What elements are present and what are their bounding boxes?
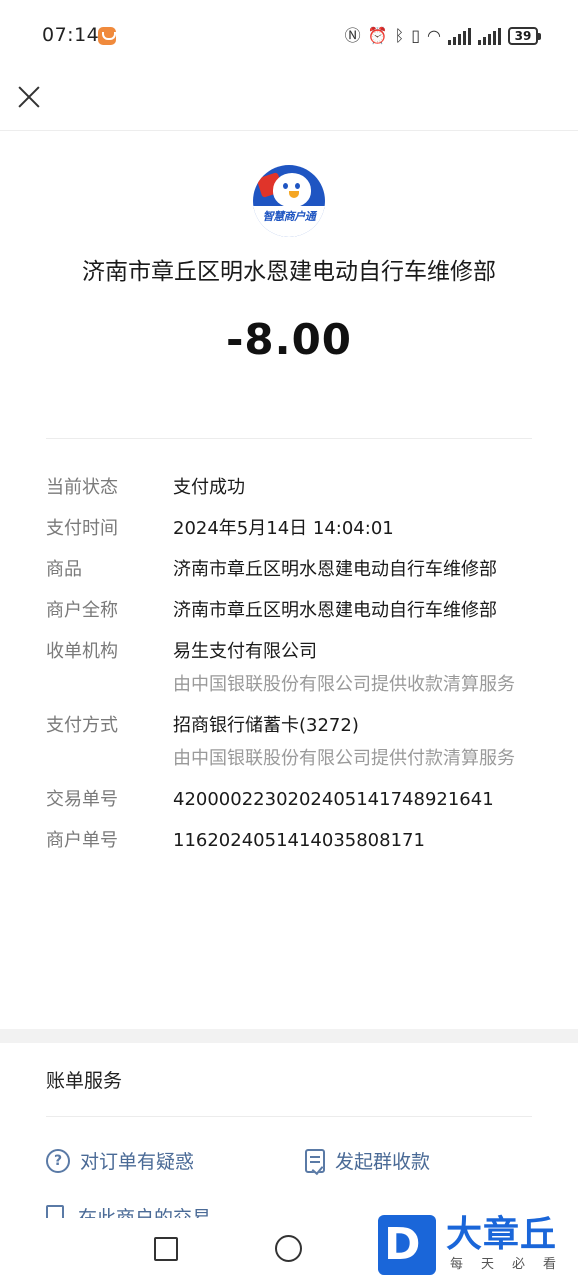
close-icon[interactable] [16, 84, 42, 110]
acquirer-label: 收单机构 [46, 641, 118, 662]
detail-row-method: 支付方式 招商银行储蓄卡(3272) 由中国银联股份有限公司提供付款清算服务 [46, 712, 532, 773]
time-label: 支付时间 [46, 518, 118, 539]
detail-row-merchant-no: 商户单号 1162024051414035808171 [46, 827, 532, 855]
watermark-logo-letter: D [384, 1219, 421, 1270]
bill-services-title: 账单服务 [46, 1070, 123, 1092]
vibrate-icon: ▯ [411, 26, 421, 45]
transaction-details: 当前状态 支付成功 支付时间 2024年5月14日 14:04:01 商品 济南… [46, 474, 532, 868]
product-label: 商品 [46, 559, 82, 580]
signal-1-icon [448, 27, 471, 45]
merchant-logo: 智慧商户通 [253, 165, 325, 237]
detail-row-status: 当前状态 支付成功 [46, 474, 532, 502]
status-icons: Ⓝ ⏰ ᛒ ▯ ◠ 39 [344, 24, 541, 48]
bluetooth-icon: ᛒ [394, 26, 405, 45]
section-separator [0, 1029, 578, 1043]
group-collect-link[interactable]: 发起群收款 [305, 1147, 430, 1174]
alarm-icon: ⏰ [367, 26, 388, 45]
merchant-no-label: 商户单号 [46, 830, 118, 851]
acquirer-note: 由中国银联股份有限公司提供收款清算服务 [173, 674, 515, 695]
detail-row-acquirer: 收单机构 易生支付有限公司 由中国银联股份有限公司提供收款清算服务 [46, 638, 532, 699]
recent-apps-square-icon[interactable] [154, 1237, 178, 1261]
logo-eye-left [283, 183, 288, 189]
order-question-label: 对订单有疑惑 [80, 1151, 195, 1173]
watermark-logo: D [378, 1215, 436, 1275]
question-circle-icon: ? [46, 1148, 70, 1173]
acquirer-block: 易生支付有限公司 由中国银联股份有限公司提供收款清算服务 [173, 638, 532, 699]
watermark-title: 大章丘 [446, 1214, 558, 1255]
payment-amount: -8.00 [225, 315, 353, 364]
app-notification-icon [98, 27, 116, 45]
fullname-label: 商户全称 [46, 600, 118, 621]
status-time: 07:14 [42, 24, 100, 46]
logo-bird-shape [273, 173, 311, 207]
detail-row-txn: 交易单号 4200002230202405141748921641 [46, 786, 532, 814]
logo-eye-right [295, 183, 300, 189]
time-value: 2024年5月14日 14:04:01 [173, 518, 394, 539]
signal-2-icon [478, 27, 501, 45]
home-circle-icon[interactable] [275, 1235, 302, 1262]
method-block: 招商银行储蓄卡(3272) 由中国银联股份有限公司提供付款清算服务 [173, 712, 532, 773]
txn-value[interactable]: 4200002230202405141748921641 [173, 786, 532, 814]
wifi-icon: ◠ [427, 26, 441, 45]
group-collect-label: 发起群收款 [335, 1151, 431, 1173]
amount-divider [46, 438, 532, 439]
services-divider [46, 1116, 532, 1117]
receipt-check-icon [305, 1148, 325, 1173]
fullname-value: 济南市章丘区明水恩建电动自行车维修部 [173, 600, 497, 621]
nfc-icon: Ⓝ [344, 26, 361, 45]
battery-icon: 39 [508, 27, 541, 45]
status-label: 当前状态 [46, 477, 118, 498]
watermark: D 大章丘 每天必看 [378, 1213, 578, 1280]
detail-row-time: 支付时间 2024年5月14日 14:04:01 [46, 515, 532, 543]
acquirer-value: 易生支付有限公司 [173, 641, 317, 662]
watermark-subtitle: 每天必看 [450, 1257, 575, 1272]
detail-row-fullname: 商户全称 济南市章丘区明水恩建电动自行车维修部 [46, 597, 532, 625]
merchant-no-value[interactable]: 1162024051414035808171 [173, 827, 532, 855]
logo-text: 智慧商户通 [262, 210, 316, 223]
method-note: 由中国银联股份有限公司提供付款清算服务 [173, 748, 515, 769]
status-value: 支付成功 [173, 477, 245, 498]
status-bar: 07:14 Ⓝ ⏰ ᛒ ▯ ◠ 39 [0, 0, 578, 72]
detail-row-product: 商品 济南市章丘区明水恩建电动自行车维修部 [46, 556, 532, 584]
method-value: 招商银行储蓄卡(3272) [173, 715, 359, 736]
order-question-link[interactable]: ? 对订单有疑惑 [46, 1147, 194, 1174]
header-divider [0, 130, 578, 131]
merchant-name: 济南市章丘区明水恩建电动自行车维修部 [82, 259, 496, 285]
txn-label: 交易单号 [46, 789, 118, 810]
method-label: 支付方式 [46, 715, 118, 736]
product-value: 济南市章丘区明水恩建电动自行车维修部 [173, 559, 497, 580]
